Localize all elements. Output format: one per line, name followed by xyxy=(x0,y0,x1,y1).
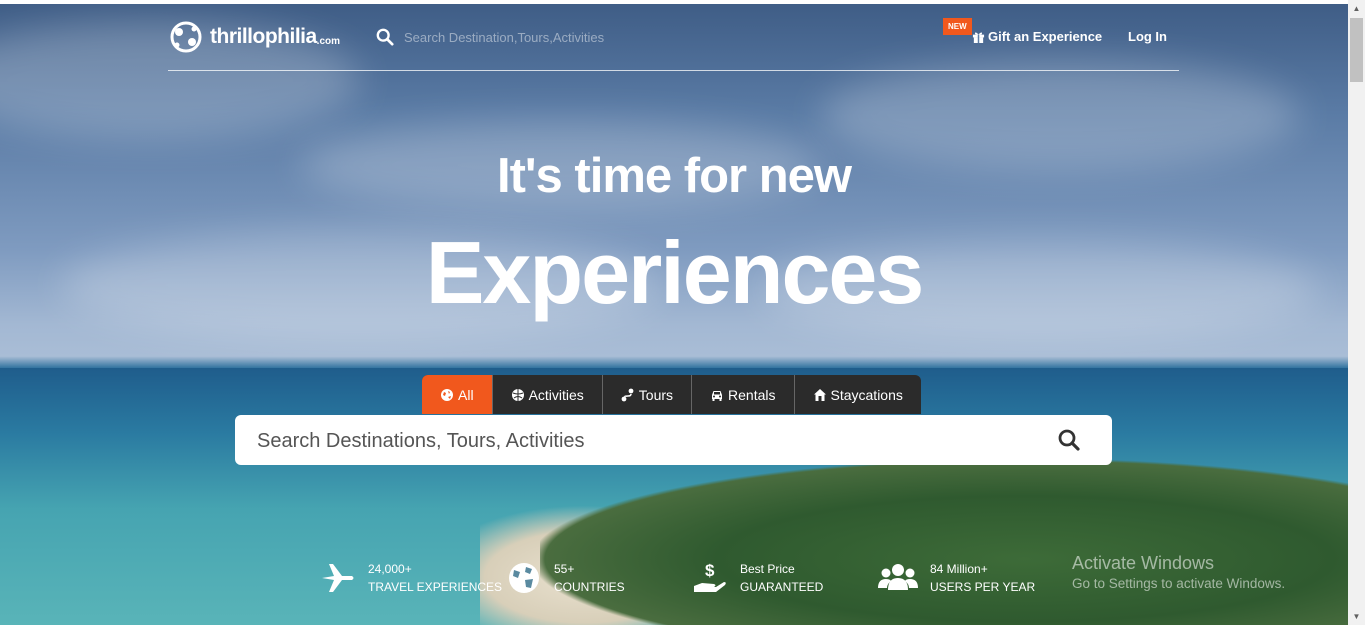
tab-staycations-label: Staycations xyxy=(830,386,903,403)
top-navigation: thrillophilia .com NEW Gift an Experienc… xyxy=(168,14,1179,71)
stat-experiences-label: TRAVEL EXPERIENCES xyxy=(368,580,503,594)
gift-experience-link[interactable]: Gift an Experience xyxy=(972,29,1102,44)
stat-users: 84 Million+ USERS PER YEAR xyxy=(878,560,1035,596)
main-search-input[interactable] xyxy=(255,415,1039,467)
globe-icon xyxy=(441,388,453,401)
tab-activities[interactable]: Activities xyxy=(493,375,603,414)
globe-icon xyxy=(509,563,539,593)
stat-experiences: 24,000+ TRAVEL EXPERIENCES xyxy=(320,560,502,596)
scroll-up-arrow-icon[interactable]: ▲ xyxy=(1348,0,1365,17)
tab-activities-label: Activities xyxy=(528,386,584,403)
logo-suffix: .com xyxy=(316,35,341,47)
stat-countries-value: 55+ xyxy=(554,562,575,576)
search-icon[interactable] xyxy=(1057,428,1081,452)
watermark-title: Activate Windows xyxy=(1072,553,1215,573)
main-search-box xyxy=(235,415,1112,467)
price-hand-icon: $ xyxy=(694,561,726,592)
scroll-down-arrow-icon[interactable]: ▼ xyxy=(1348,608,1365,625)
stat-countries: 55+ COUNTRIES xyxy=(506,560,625,596)
category-tabs: All Activities Tours Rentals Staycations xyxy=(422,375,921,414)
route-icon xyxy=(621,388,634,401)
hero-headline: It's time for new xyxy=(496,149,852,203)
users-icon xyxy=(878,564,918,590)
stat-countries-label: COUNTRIES xyxy=(554,580,625,594)
tab-tours-label: Tours xyxy=(638,386,674,403)
stat-users-value: 84 Million+ xyxy=(930,562,988,576)
site-logo[interactable]: thrillophilia .com xyxy=(168,20,340,54)
stat-users-label: USERS PER YEAR xyxy=(930,580,1036,594)
header-search-input[interactable] xyxy=(402,28,666,46)
tab-rentals-label: Rentals xyxy=(728,386,776,403)
stat-best-price-value: Best Price xyxy=(740,562,795,576)
gift-experience-label: Gift an Experience xyxy=(988,29,1103,44)
tab-rentals[interactable]: Rentals xyxy=(692,375,795,414)
svg-text:$: $ xyxy=(705,561,715,580)
logo-icon xyxy=(170,21,202,53)
scroll-thumb[interactable] xyxy=(1350,18,1363,82)
stat-best-price: $ Best Price GUARANTEED xyxy=(692,560,823,596)
tab-staycations[interactable]: Staycations xyxy=(795,375,921,414)
hero-headline-big: Experiences xyxy=(425,223,925,322)
home-icon xyxy=(813,388,826,401)
header-search[interactable] xyxy=(376,28,666,46)
tab-tours[interactable]: Tours xyxy=(603,375,693,414)
page-scrollbar[interactable]: ▲ ▼ xyxy=(1348,0,1365,625)
stat-best-price-label: GUARANTEED xyxy=(740,580,824,594)
search-icon xyxy=(376,28,394,46)
logo-text: thrillophilia xyxy=(210,25,317,48)
windows-activation-watermark: Activate Windows Go to Settings to activ… xyxy=(1072,553,1285,591)
car-icon xyxy=(712,390,723,401)
ball-icon xyxy=(511,388,524,401)
plane-icon xyxy=(322,564,354,592)
tab-all[interactable]: All xyxy=(422,375,493,414)
watermark-subtitle: Go to Settings to activate Windows. xyxy=(1072,576,1286,591)
tab-all-label: All xyxy=(458,386,474,403)
gift-icon xyxy=(972,32,985,43)
login-link[interactable]: Log In xyxy=(1128,29,1167,44)
new-badge: NEW xyxy=(943,18,972,35)
stat-experiences-value: 24,000+ xyxy=(368,562,412,576)
